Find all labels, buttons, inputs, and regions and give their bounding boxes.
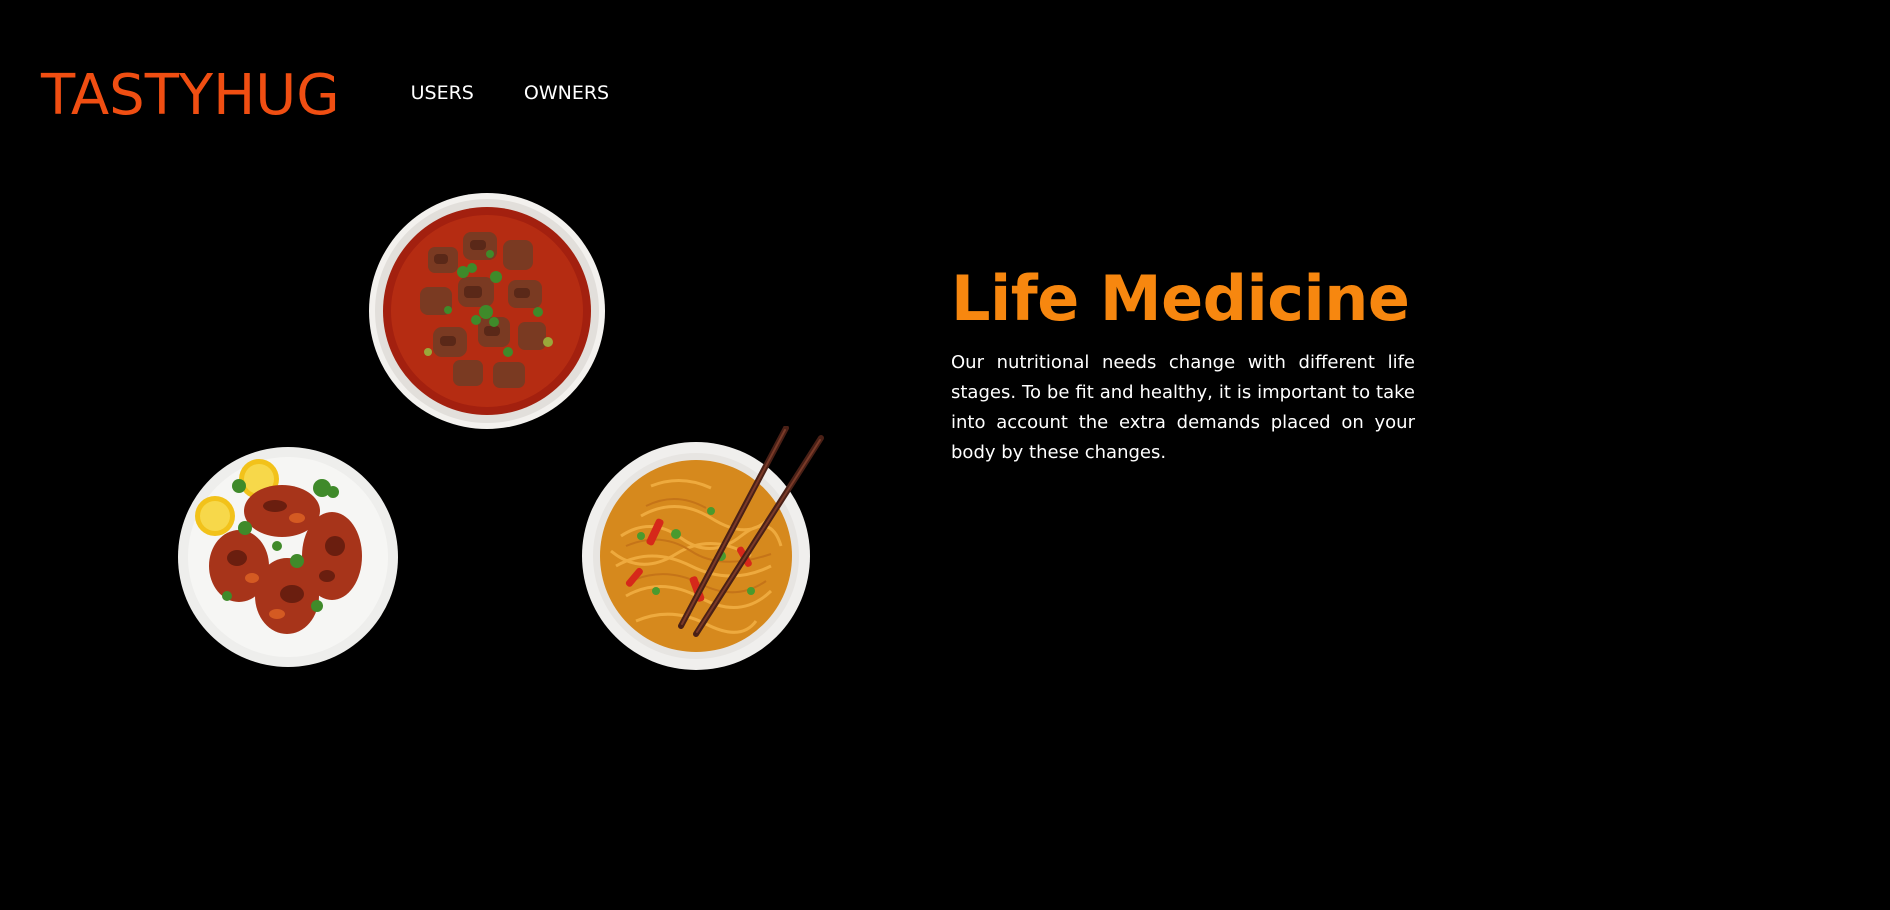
hero-title: Life Medicine bbox=[951, 262, 1410, 335]
noodles-bowl-image bbox=[581, 426, 826, 671]
tandoori-chicken-plate-image bbox=[177, 446, 399, 668]
curry-bowl-image bbox=[368, 192, 606, 430]
nav-link-users[interactable]: USERS bbox=[411, 82, 474, 104]
hero-description: Our nutritional needs change with differ… bbox=[951, 352, 1415, 463]
page: TASTYHUG USERS OWNERS Life Medicine Our … bbox=[0, 0, 1890, 910]
hero-text: Life Medicine Our nutritional needs chan… bbox=[951, 262, 1415, 468]
brand-logo[interactable]: TASTYHUG bbox=[41, 67, 340, 124]
navbar: TASTYHUG USERS OWNERS bbox=[41, 58, 659, 133]
nav-link-owners[interactable]: OWNERS bbox=[524, 82, 609, 104]
